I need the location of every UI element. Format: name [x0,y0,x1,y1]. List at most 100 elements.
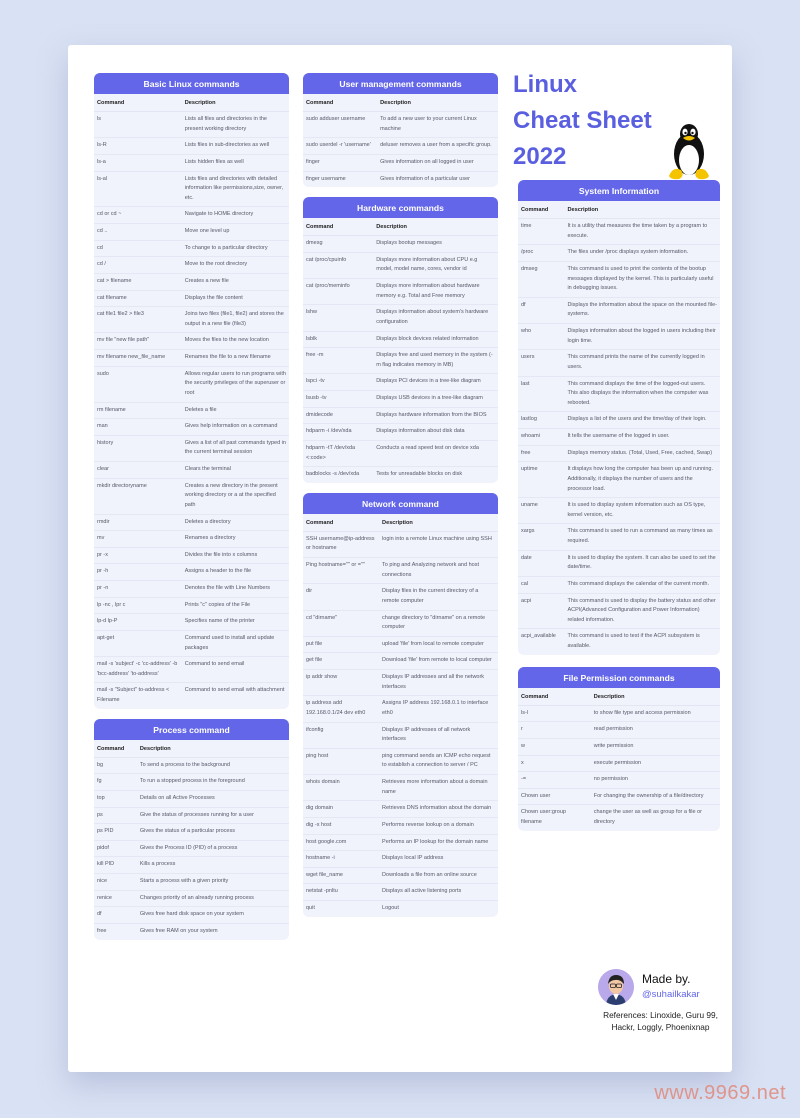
table-row: rmdir Deletes a directory [94,514,289,532]
command-cell: mv [94,530,182,548]
description-cell: To send a process to the background [136,757,289,775]
command-cell: Chown user:group filename [521,809,566,825]
command-cell: Ping hostname="" or ="" [303,557,380,585]
command-cell: cd [94,240,182,258]
command-cell: df [518,297,565,325]
section-title: Process command [94,718,289,740]
description-cell: Display files in the current directory o… [379,583,498,611]
author-avatar [598,969,634,1005]
section-title: File Permission commands [518,666,720,688]
description-cell: It tells the username of the logged in u… [564,428,720,446]
command-cell: mv filename new_file_name [94,349,182,367]
page-title: Linux Cheat Sheet 2022 [513,67,652,175]
table-row: ifconfig Displays IP addresses of all net… [303,722,498,749]
description-cell: Give the status of processes running for… [136,807,289,825]
description-cell: Gives the Process ID (PID) of a process [136,840,289,858]
column-header-command: Command [94,94,182,112]
table-row: mail -s 'subject' -c 'cc-address' -b 'bc… [94,656,289,684]
table-row: cat > filename Creates a new file [94,273,289,291]
table-row: free -m Displays free and used memory in … [303,347,498,375]
description-cell: Displays the file content [181,290,289,308]
description-cell: Displays a list of the users and the tim… [564,411,720,429]
command-cell: bg [94,757,137,775]
command-cell: apt-get [94,630,182,658]
table-row: free Gives free RAM on your system [94,923,289,939]
description-cell: Displays the information about the space… [564,297,720,325]
table-row: users This command prints the name of the… [518,349,720,377]
tux-penguin-icon [669,124,709,180]
description-cell: Command to send email with attachment [184,687,285,694]
table-row: time It is a utility that measures the ti… [518,218,720,246]
command-cell: rm filename [94,402,182,420]
table-row: dig domain Retrieves DNS information abou… [303,800,498,818]
command-cell: mv file "new file path" [94,332,182,350]
table-row: ls Lists all files and directories in the… [94,111,289,139]
table-row: df Gives free hard disk space on your sys… [94,906,289,924]
table-row: pr -h Assigns a header to the file [94,563,289,581]
command-cell: x [518,755,591,773]
command-cell: acpi [518,593,565,630]
description-cell: change directory to "dirname" on a remot… [379,610,498,637]
table-row: fg To run a stopped process in the foregr… [94,773,289,791]
table-row: mail -s "Subject" to-address < Filename C… [94,683,289,709]
command-cell: nice [94,873,137,891]
table-row: ps PID Gives the status of a particular p… [94,823,289,841]
description-cell: Logout [382,905,399,911]
command-cell: dir [303,583,380,611]
table-row: mv filename new_file_name Renames the fil… [94,349,289,367]
command-cell: who [518,323,565,351]
description-cell: Displays information about disk data [373,423,498,441]
command-cell: lp -nc , lpr c [94,597,182,615]
table-row: lspci -tv Displays PCI devices in a tree-… [303,373,498,391]
command-cell: mkdir directoryname [94,478,182,515]
command-cell: hostname -i [303,850,380,868]
command-cell: cat /proc/cpuinfo [303,252,374,280]
table-row: mv file "new file path" Moves the files t… [94,332,289,350]
command-cell: cat > filename [94,273,182,291]
column-header-description: Description [377,94,498,112]
command-cell: kill PID [94,856,137,874]
description-cell: Navigate to HOME directory [181,206,289,224]
table-row: cat /proc/meminfo Displays more informati… [303,278,498,306]
command-cell: sudo userdel -r 'username' [303,137,378,155]
table-row: sudo adduser username To add a new user t… [303,111,498,139]
table-row: lp -nc , lpr c Prints "c" copies of the F… [94,597,289,615]
table-row: whois domain Retrieves more information a… [303,774,498,802]
column-header-command: Command [303,94,378,112]
command-cell: cd or cd ~ [94,206,182,224]
section-user: User management commands Command Descripti… [303,73,498,188]
table-row: cd .. Move one level up [94,223,289,241]
description-cell: Kills a process [136,856,289,874]
table-row: finger username Gives information of a pa… [303,171,498,187]
command-cell: ls-R [94,137,182,155]
table-row: w write permission [518,738,720,756]
description-cell: Specifies name of the printer [181,613,289,631]
description-cell: Displays information about the logged in… [564,323,720,351]
description-cell: Gives help information on a command [181,418,289,436]
table-row: hostname -i Displays local IP address [303,850,498,868]
table-row: lp-d lp-P Specifies name of the printer [94,613,289,631]
command-cell: pr -x [94,547,182,565]
description-cell: Displays PCI devices in a tree-like diag… [373,373,498,391]
cheat-sheet: Basic Linux commands Command Description ls… [68,45,732,1072]
description-cell: To ping and Analyzing network and host c… [379,557,498,585]
description-cell: Gives the status of a particular process [136,823,289,841]
description-cell: Displays more information about CPU e.g … [373,252,498,280]
command-cell: time [518,218,565,246]
description-cell: change the user as well as group for a f… [593,809,702,825]
command-table: Command Description sudo adduser username T… [303,94,498,187]
command-cell: lshw [303,304,374,332]
description-cell: Retrieves DNS information about the doma… [379,800,498,818]
command-cell: acpi_available [521,633,556,640]
command-cell: dig domain [303,800,380,818]
description-cell: Lists files and directories with detaile… [181,171,289,208]
section-network: Network command Command Description SSH use… [303,492,498,917]
description-cell: Deletes a file [181,402,289,420]
command-cell: r [518,721,591,739]
description-cell: Details on all Active Processes [136,790,289,808]
command-cell: lsblk [303,331,374,349]
command-cell: hdparm -i /dev/xda [303,423,374,441]
description-cell: Conducts a read speed test on device xda [373,440,498,468]
table-row: lastlog Displays a list of the users and … [518,411,720,429]
command-cell: whoami [518,428,565,446]
